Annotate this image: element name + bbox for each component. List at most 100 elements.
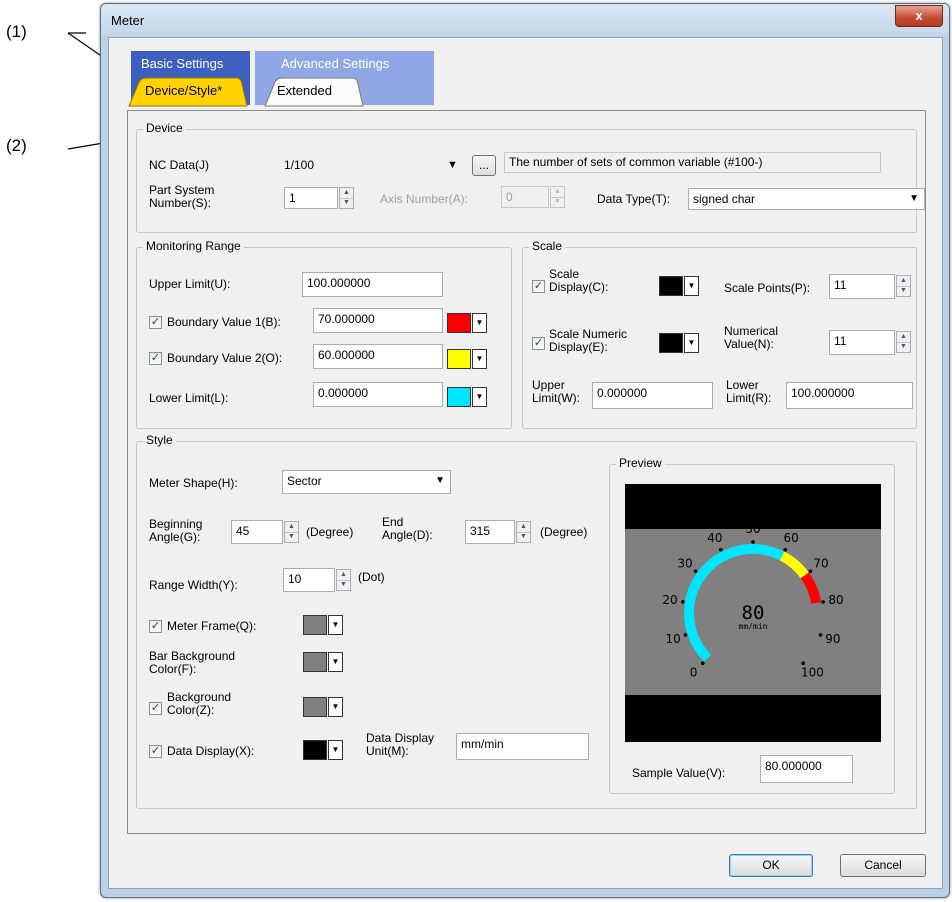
background-color-dropdown-icon[interactable]: ▼ bbox=[328, 697, 343, 717]
meter-frame-checkbox[interactable]: ✓ bbox=[149, 620, 162, 633]
scale-tick bbox=[808, 569, 813, 574]
boundary-1-color[interactable] bbox=[447, 313, 471, 333]
scale-tick bbox=[818, 633, 823, 637]
dialog-client: Basic Settings Advanced Settings Device/… bbox=[108, 37, 943, 889]
meter-frame-color-dropdown-icon[interactable]: ▼ bbox=[328, 615, 343, 635]
scale-upper-limit-label: Upper Limit(W): bbox=[532, 378, 580, 405]
monitoring-group-label: Monitoring Range bbox=[143, 239, 244, 253]
boundary-2-color-dropdown-icon[interactable]: ▼ bbox=[472, 349, 487, 369]
device-group-label: Device bbox=[143, 121, 186, 135]
end-angle-spinner[interactable]: ▲ ▼ bbox=[516, 521, 531, 543]
meter-frame-color[interactable] bbox=[303, 615, 327, 635]
spin-down-icon: ▼ bbox=[900, 343, 907, 350]
scale-numeric-color-dropdown-icon[interactable]: ▼ bbox=[684, 333, 699, 353]
scale-group-label: Scale bbox=[529, 239, 566, 253]
axis-number-label: Axis Number(A): bbox=[380, 192, 469, 206]
meter-preview: 010203040506070809010080mm/min bbox=[625, 484, 881, 742]
boundary-1-checkbox[interactable]: ✓ bbox=[149, 316, 162, 329]
nc-description: The number of sets of common variable (#… bbox=[504, 152, 881, 173]
scale-numeric-label: Scale Numeric Display(E): bbox=[549, 327, 628, 354]
range-width-spinner[interactable]: ▲ ▼ bbox=[336, 569, 351, 591]
lower-limit-input[interactable]: 0.000000 bbox=[313, 382, 443, 407]
part-system-input[interactable]: 1 bbox=[284, 187, 338, 209]
spin-down-icon: ▼ bbox=[554, 198, 561, 205]
scale-points-input[interactable]: 11 bbox=[829, 274, 895, 299]
scale-tick bbox=[751, 540, 755, 544]
monitoring-range-group: Monitoring Range Upper Limit(U): 100.000… bbox=[136, 239, 512, 429]
scale-numeric-color[interactable] bbox=[659, 333, 683, 353]
data-display-color[interactable] bbox=[303, 740, 327, 760]
data-type-value: signed char bbox=[693, 192, 756, 206]
boundary-1-label: Boundary Value 1(B): bbox=[167, 315, 281, 329]
nc-data-combo[interactable]: 1/100 ▼ bbox=[284, 154, 464, 176]
scale-upper-limit-input[interactable]: 0.000000 bbox=[592, 382, 713, 409]
end-angle-input[interactable]: 315 bbox=[465, 520, 515, 544]
spin-down-icon: ▼ bbox=[343, 199, 350, 206]
scale-tick bbox=[783, 547, 788, 552]
scale-tick-label: 10 bbox=[665, 632, 680, 646]
nc-data-value: 1/100 bbox=[284, 158, 315, 172]
upper-limit-input[interactable]: 100.000000 bbox=[302, 272, 443, 297]
meter-shape-select[interactable]: Sector ▼ bbox=[282, 470, 451, 494]
scale-tick-label: 60 bbox=[783, 531, 798, 545]
boundary-2-checkbox[interactable]: ✓ bbox=[149, 352, 162, 365]
preview-group: Preview 0 10 20 30 40 50 60 70 80 90 100 80 mm/min S… bbox=[609, 456, 895, 794]
scale-tick bbox=[693, 569, 698, 574]
meter-dialog: Meter x Basic Settings Advanced Settings… bbox=[100, 3, 950, 898]
chevron-down-icon: ▼ bbox=[909, 193, 919, 204]
bar-background-label: Bar Background Color(F): bbox=[149, 649, 236, 676]
boundary-1-color-dropdown-icon[interactable]: ▼ bbox=[472, 313, 487, 333]
meter-frame-label: Meter Frame(Q): bbox=[167, 619, 257, 633]
background-color-label: Background Color(Z): bbox=[167, 690, 232, 717]
boundary-1-input[interactable]: 70.000000 bbox=[313, 308, 443, 333]
beginning-angle-spinner[interactable]: ▲ ▼ bbox=[284, 521, 299, 543]
close-button[interactable]: x bbox=[895, 5, 943, 27]
data-display-unit-input[interactable]: mm/min bbox=[456, 733, 589, 760]
scale-tick bbox=[718, 547, 723, 552]
part-system-label: Part System Number(S): bbox=[149, 183, 215, 210]
range-width-unit: (Dot) bbox=[358, 570, 385, 584]
scale-tick-label: 70 bbox=[813, 557, 828, 571]
scale-points-label: Scale Points(P): bbox=[724, 281, 811, 295]
sample-value-label: Sample Value(V): bbox=[632, 766, 726, 780]
boundary-2-input[interactable]: 60.000000 bbox=[313, 344, 443, 369]
beginning-angle-unit: (Degree) bbox=[306, 525, 354, 539]
scale-lower-limit-input[interactable]: 100.000000 bbox=[786, 382, 913, 409]
spin-down-icon: ▼ bbox=[520, 533, 527, 540]
sample-value-input[interactable]: 80.000000 bbox=[760, 755, 853, 783]
beginning-angle-input[interactable]: 45 bbox=[231, 520, 283, 544]
data-type-select[interactable]: signed char ▼ bbox=[688, 188, 925, 210]
bar-background-color[interactable] bbox=[303, 652, 327, 672]
numerical-value-input[interactable]: 11 bbox=[829, 330, 895, 355]
scale-points-spinner[interactable]: ▲ ▼ bbox=[896, 275, 911, 297]
scale-display-checkbox[interactable]: ✓ bbox=[532, 280, 545, 293]
nc-data-label: NC Data(J) bbox=[149, 158, 210, 172]
data-display-checkbox[interactable]: ✓ bbox=[149, 745, 162, 758]
scale-color[interactable] bbox=[659, 276, 683, 296]
data-display-color-dropdown-icon[interactable]: ▼ bbox=[328, 740, 343, 760]
scale-color-dropdown-icon[interactable]: ▼ bbox=[684, 276, 699, 296]
part-system-spinner[interactable]: ▲ ▼ bbox=[339, 187, 354, 209]
background-color[interactable] bbox=[303, 697, 327, 717]
tab-device-style[interactable]: Device/Style* bbox=[145, 83, 222, 98]
boundary-2-color[interactable] bbox=[447, 349, 471, 369]
tab-extended[interactable]: Extended bbox=[277, 83, 332, 98]
meter-shape-label: Meter Shape(H): bbox=[149, 476, 238, 490]
upper-limit-label: Upper Limit(U): bbox=[149, 277, 231, 291]
lower-limit-color[interactable] bbox=[447, 387, 471, 407]
browse-button[interactable]: ... bbox=[472, 155, 496, 176]
background-color-checkbox[interactable]: ✓ bbox=[149, 702, 162, 715]
ok-button[interactable]: OK bbox=[729, 854, 813, 877]
meter-unit-text: mm/min bbox=[739, 622, 768, 631]
lower-limit-label: Lower Limit(L): bbox=[149, 391, 229, 405]
cancel-button[interactable]: Cancel bbox=[840, 854, 926, 877]
chevron-down-icon: ▼ bbox=[435, 475, 445, 486]
data-type-label: Data Type(T): bbox=[597, 192, 671, 206]
numerical-value-spinner[interactable]: ▲ ▼ bbox=[896, 331, 911, 353]
lower-limit-color-dropdown-icon[interactable]: ▼ bbox=[472, 387, 487, 407]
scale-tick bbox=[700, 661, 705, 666]
range-width-input[interactable]: 10 bbox=[283, 568, 335, 592]
scale-numeric-checkbox[interactable]: ✓ bbox=[532, 337, 545, 350]
bar-background-color-dropdown-icon[interactable]: ▼ bbox=[328, 652, 343, 672]
meter-value-text: 80 bbox=[742, 602, 765, 624]
